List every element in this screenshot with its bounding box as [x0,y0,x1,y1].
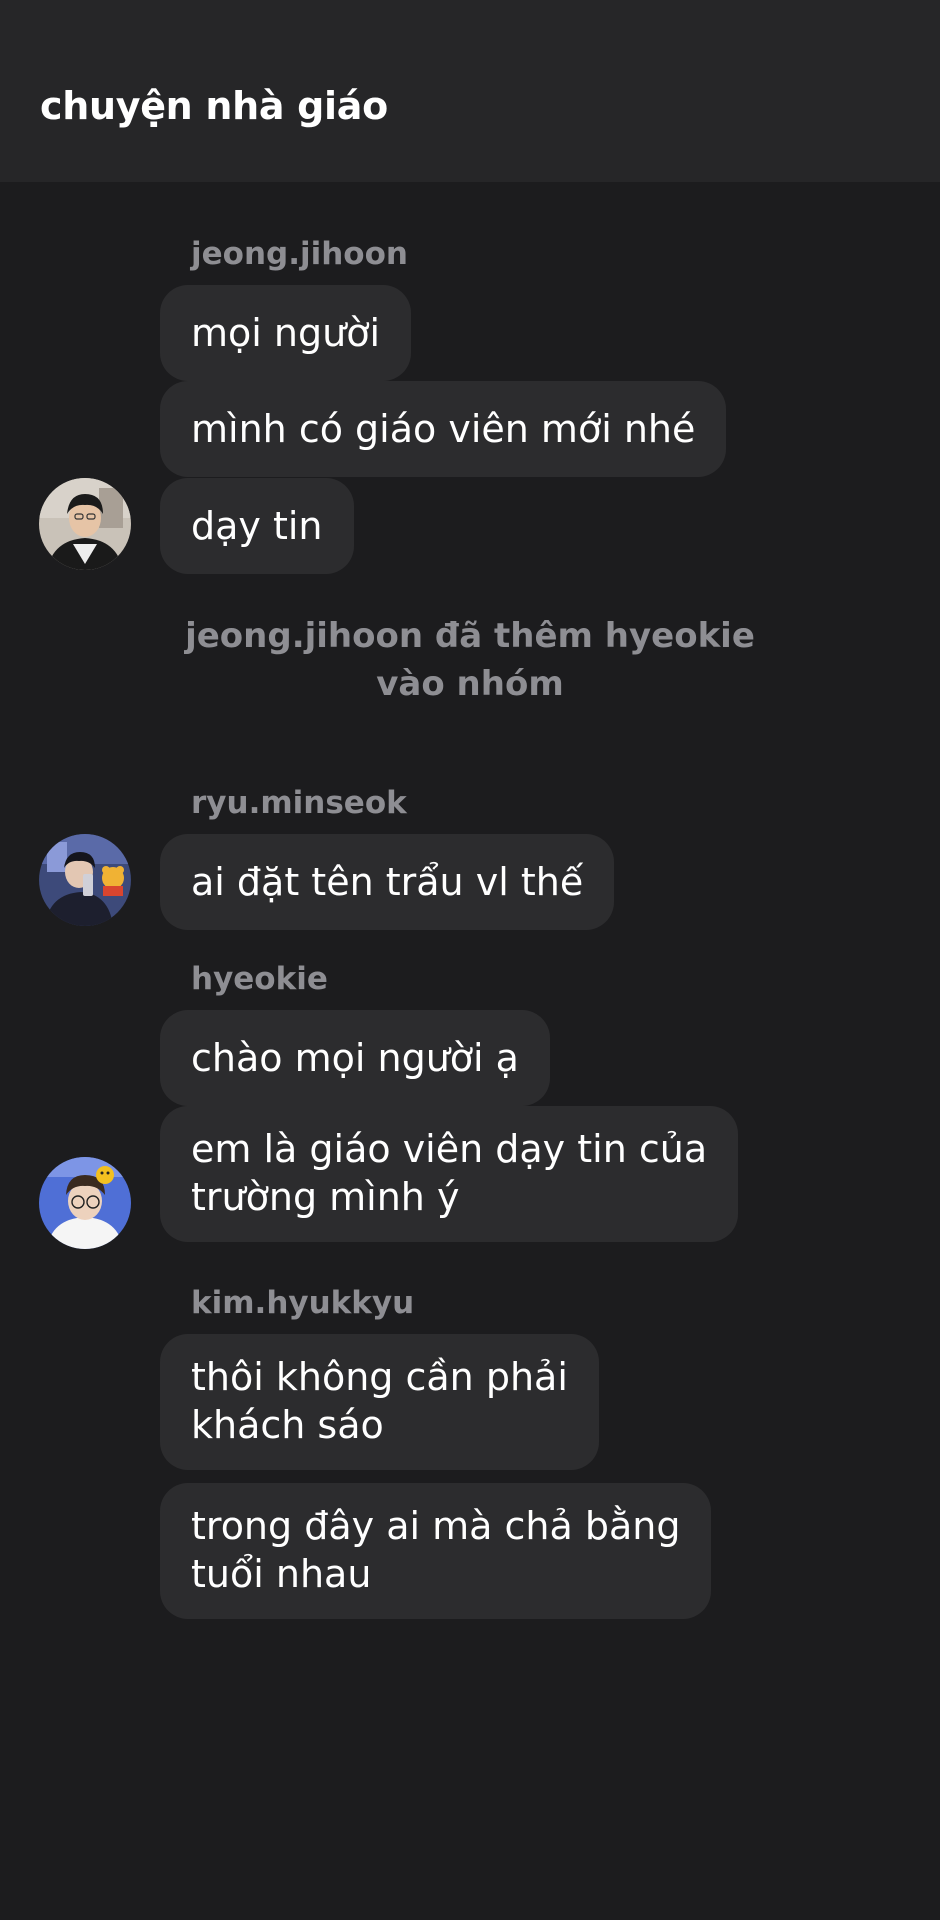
message-bubble[interactable]: mọi người [160,285,411,381]
sender-name[interactable]: kim.hyukkyu [191,1285,414,1321]
message-bubble[interactable]: trong đây ai mà chả bằng tuổi nhau [160,1483,712,1619]
system-message: jeong.jihoon đã thêm hyeokie vào nhóm [185,616,755,704]
person-avatar-icon [39,834,131,926]
avatar-jeong-jihoon[interactable] [39,478,131,570]
chat-header: chuyện nhà giáo [0,0,940,182]
message-bubble[interactable]: mình có giáo viên mới nhé [160,381,727,477]
person-avatar-icon [39,478,131,570]
sender-name[interactable]: jeong.jihoon [191,236,408,272]
chat-title[interactable]: chuyện nhà giáo [40,84,388,128]
message-bubble[interactable]: thôi không cần phải khách sáo [160,1334,599,1470]
message-bubble[interactable]: chào mọi người ạ [160,1010,550,1106]
avatar-ryu-minseok[interactable] [39,834,131,926]
sender-name[interactable]: ryu.minseok [191,785,407,821]
message-bubble[interactable]: dạy tin [160,478,354,574]
message-bubble[interactable]: ai đặt tên trẩu vl thế [160,834,615,930]
avatar-hyeokie[interactable] [39,1157,131,1249]
message-bubble[interactable]: em là giáo viên dạy tin của trường mình … [160,1106,739,1242]
person-avatar-icon [39,1157,131,1249]
sender-name[interactable]: hyeokie [191,961,328,997]
